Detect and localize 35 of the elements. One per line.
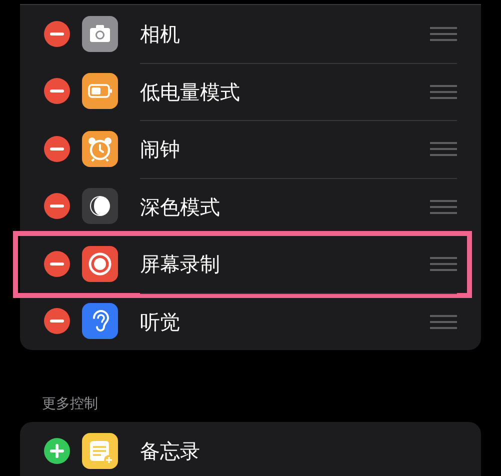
section-header: 更多控制 (42, 395, 99, 414)
minus-icon (50, 32, 64, 36)
minus-icon (50, 89, 64, 94)
remove-button[interactable] (44, 20, 70, 47)
minus-icon (50, 146, 64, 151)
remove-button[interactable] (44, 250, 70, 277)
control-label: 相机 (140, 20, 181, 48)
remove-button[interactable] (44, 136, 70, 162)
control-label: 低电量模式 (140, 78, 241, 106)
drag-handle-icon[interactable] (430, 257, 457, 272)
minus-icon (50, 262, 64, 266)
alarm-clock-icon (82, 130, 118, 167)
control-label: 屏幕录制 (140, 251, 221, 278)
remove-button[interactable] (44, 78, 70, 104)
minus-icon (50, 204, 64, 208)
drag-handle-icon[interactable] (430, 200, 457, 214)
camera-icon (82, 16, 118, 52)
battery-icon (82, 73, 118, 110)
minus-icon (50, 319, 64, 324)
remove-button[interactable] (44, 193, 70, 220)
add-button[interactable] (44, 438, 70, 464)
control-label: 深色模式 (140, 194, 221, 221)
drag-handle-icon[interactable] (430, 84, 457, 99)
drag-handle-icon[interactable] (430, 26, 457, 41)
remove-button[interactable] (44, 308, 70, 334)
plus-icon (50, 444, 64, 458)
ear-icon (82, 303, 118, 340)
dark-mode-icon (82, 188, 118, 224)
control-label: 听觉 (140, 308, 181, 336)
control-label: 备忘录 (140, 438, 201, 465)
drag-handle-icon[interactable] (430, 314, 457, 329)
record-icon (82, 246, 118, 282)
drag-handle-icon[interactable] (430, 142, 457, 156)
control-label: 闹钟 (140, 136, 181, 164)
notes-icon (82, 432, 118, 469)
